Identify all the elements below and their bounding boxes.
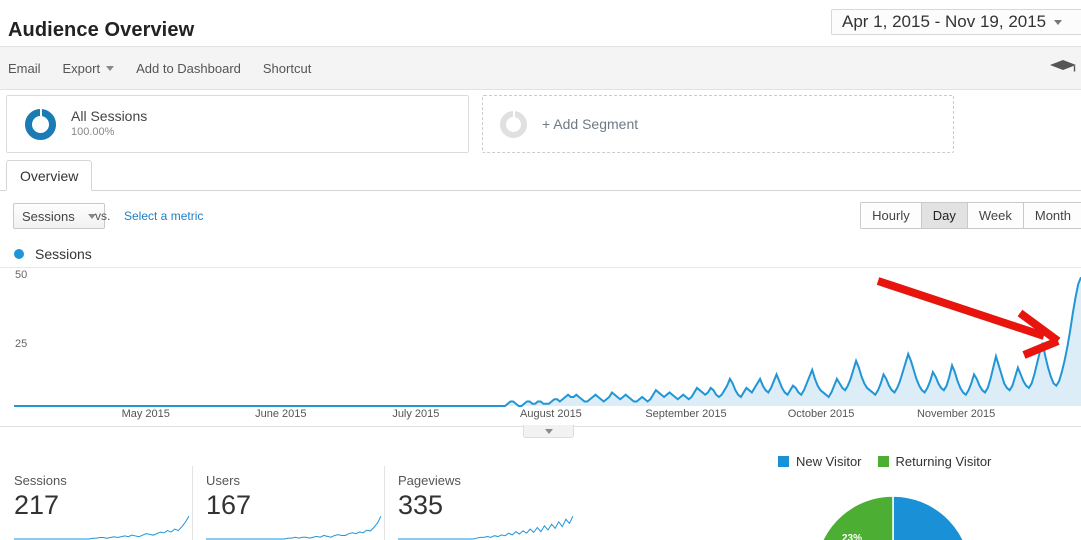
pie-legend-item[interactable]: New Visitor (778, 454, 862, 469)
metric-card-sparkline (14, 514, 189, 540)
x-axis-tick-label: November 2015 (916, 408, 996, 420)
x-axis-labels: May 2015 June 2015 July 2015 August 2015 Sep… (14, 408, 1081, 426)
metric-card-title: Pageviews (398, 473, 461, 488)
x-axis-tick-label: May 2015 (121, 408, 170, 420)
toolbar-item-label: Shortcut (262, 61, 312, 76)
segment-donut-icon (25, 108, 56, 140)
x-axis-tick-label: June 2015 (255, 408, 307, 420)
x-axis-tick-label: October 2015 (787, 408, 855, 420)
granularity-month[interactable]: Month (1022, 202, 1081, 229)
add-segment-button[interactable]: + Add Segment (482, 95, 954, 153)
granularity-week[interactable]: Week (966, 202, 1023, 229)
toolbar-item-label: Email (8, 61, 41, 76)
segment-text: All Sessions 100.00% (71, 108, 147, 140)
metric-select[interactable]: Sessions (13, 203, 105, 229)
report-tabs: Overview (0, 160, 1081, 191)
metric-card-users[interactable]: Users 167 (192, 462, 384, 540)
toolbar-items: Email Export Add to Dashboard Shortcut (8, 47, 311, 90)
date-range-text: Apr 1, 2015 - Nov 19, 2015 (842, 12, 1047, 31)
granularity-hourly[interactable]: Hourly (860, 202, 921, 229)
segment-percent: 100.00% (71, 126, 115, 139)
segments-bar: All Sessions 100.00% + Add Segment (0, 90, 1081, 156)
date-range-selector[interactable]: Apr 1, 2015 - Nov 19, 2015 (831, 9, 1081, 35)
metric-card-pageviews[interactable]: Pageviews 335 (384, 462, 576, 540)
metric-card-title: Sessions (14, 473, 67, 488)
chart-controls: Sessions vs. Select a metric Hourly Day We… (0, 191, 1081, 241)
sessions-legend-label: Sessions (35, 246, 92, 262)
sessions-line-plot[interactable] (14, 267, 1081, 407)
vs-label: vs. (95, 209, 111, 223)
sessions-line (14, 277, 1081, 406)
chevron-down-icon (106, 66, 115, 71)
analytics-audience-overview-page: Audience Overview Apr 1, 2015 - Nov 19, … (0, 0, 1081, 540)
pie-slice-label-returning: 23% (842, 533, 863, 540)
pie-legend: New Visitor Returning Visitor (778, 454, 991, 469)
add-segment-label: + Add Segment (542, 116, 639, 132)
new-vs-returning-panel: New Visitor Returning Visitor 23% (760, 447, 1081, 540)
granularity-day[interactable]: Day (920, 202, 967, 229)
metric-card-divider (384, 466, 385, 540)
tab-overview[interactable]: Overview (6, 160, 93, 191)
x-axis-tick-label: July 2015 (392, 408, 440, 420)
pie-legend-item[interactable]: Returning Visitor (877, 454, 992, 469)
segment-all-sessions[interactable]: All Sessions 100.00% (6, 95, 469, 153)
metric-select-value: Sessions (22, 208, 75, 224)
pie-legend-swatch-icon (778, 456, 789, 467)
metric-card-sparkline (398, 514, 573, 540)
toolbar-item-label: Add to Dashboard (136, 61, 241, 76)
toolbar-item-shortcut[interactable]: Shortcut (263, 61, 311, 76)
metric-card-title: Users (206, 473, 240, 488)
granularity-toggle-group: Hourly Day Week Month (860, 202, 1081, 229)
metric-card-divider (192, 466, 193, 540)
x-axis-tick-label: August 2015 (520, 408, 582, 420)
action-toolbar: Email Export Add to Dashboard Shortcut (0, 46, 1081, 90)
metric-card-sessions[interactable]: Sessions 217 (0, 462, 192, 540)
toolbar-item-label: Export (62, 61, 101, 76)
toolbar-item-add-to-dashboard[interactable]: Add to Dashboard (136, 61, 241, 76)
metric-card-sparkline (206, 514, 381, 540)
chart-series-legend: Sessions (14, 246, 92, 262)
pie-legend-swatch-icon (877, 456, 889, 467)
page-title: Audience Overview (8, 19, 195, 41)
pie-legend-label: New Visitor (796, 454, 862, 469)
segment-name: All Sessions (71, 107, 148, 124)
new-vs-returning-pie-chart[interactable] (798, 479, 988, 540)
chevron-down-icon (544, 428, 553, 434)
x-axis-tick-label: September 2015 (645, 408, 727, 420)
page-header: Audience Overview Apr 1, 2015 - Nov 19, … (0, 0, 1081, 46)
select-a-metric-link[interactable]: Select a metric (124, 209, 203, 223)
toolbar-item-email[interactable]: Email (8, 61, 41, 76)
chart-collapse-toggle[interactable] (523, 425, 574, 438)
sessions-legend-dot-icon (14, 249, 24, 259)
pie-legend-label: Returning Visitor (895, 454, 992, 469)
add-segment-donut-icon (500, 109, 527, 138)
toolbar-item-export[interactable]: Export (63, 61, 115, 76)
chevron-down-icon (1054, 19, 1063, 25)
graduation-cap-icon[interactable] (1049, 58, 1077, 78)
